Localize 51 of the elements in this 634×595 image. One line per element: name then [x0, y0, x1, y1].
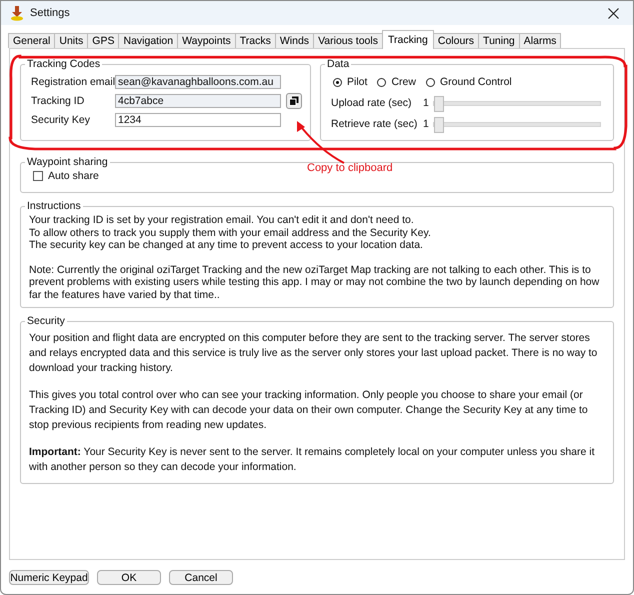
slider-value: 1: [423, 97, 430, 109]
tab[interactable]: GPS: [87, 33, 120, 48]
radio-button[interactable]: [426, 78, 435, 86]
radio-button[interactable]: [333, 78, 342, 86]
group-title: Instructions: [26, 200, 82, 212]
field-label: Tracking ID: [30, 95, 86, 107]
slider-label: Retrieve rate (sec): [331, 118, 418, 130]
input-field[interactable]: 1234: [115, 113, 281, 127]
radio-option[interactable]: Pilot: [333, 76, 368, 88]
annotation-text: Copy to clipboard: [307, 162, 393, 174]
tab[interactable]: Tracks: [234, 33, 276, 48]
checkbox[interactable]: [33, 171, 43, 181]
tab[interactable]: Units: [54, 33, 88, 48]
security-text: This gives you total control over who can see your tracking information. Only people you choose to share your email (or Tracking ID) and Security Key with can decode your data on their own computer. Change the Security Key at any time to stop previous recipients from reading new updates.: [29, 388, 589, 433]
close-icon: [608, 8, 618, 18]
tab[interactable]: Various tools: [313, 33, 383, 48]
instruction-text: Your tracking ID is set by your registration email. You can't edit it and don't need to.: [29, 214, 415, 226]
dialog-button[interactable]: Cancel: [169, 570, 233, 585]
balloon-icon: [10, 5, 24, 21]
tab[interactable]: General: [8, 33, 56, 48]
security-text: Your position and flight data are encrypted on this computer before they are sent to the tracking server. The server stores and relays encrypted data and this service is truly live as the server only stores your last upload packet. There is no way to download your tracking history.: [29, 331, 598, 376]
instruction-text: The security key can be changed at any time to prevent access to your location data.: [29, 239, 424, 252]
copy-button[interactable]: [286, 93, 302, 109]
radio-button[interactable]: [377, 78, 386, 86]
field-label: Registration email: [30, 76, 115, 88]
group-title: Data: [326, 58, 350, 70]
tab[interactable]: Alarms: [518, 33, 562, 48]
instruction-text: Note: Currently the original oziTarget Tracking and the new oziTarget Map tracking are not talking to each other. This is to prevent problems with existing users while testing this app. I may or may not combine the two by launch depending on how far the features have varied by that time..: [29, 264, 600, 301]
copy-icon: [289, 96, 299, 106]
group-title: Waypoint sharing: [26, 156, 109, 168]
tab[interactable]: Colours: [432, 33, 480, 48]
tab[interactable]: Winds: [274, 33, 314, 48]
instruction-text: To allow others to track you supply them with your email address and the Security Key.: [29, 226, 432, 239]
slider-value: 1: [423, 118, 430, 130]
checkbox-option[interactable]: Auto share: [29, 170, 99, 182]
slider-thumb[interactable]: [434, 116, 444, 132]
tab[interactable]: Tracking: [382, 30, 434, 49]
slider-thumb[interactable]: [434, 96, 444, 112]
tab[interactable]: Navigation: [118, 33, 178, 48]
group-title: Security: [26, 315, 66, 327]
radio-option[interactable]: Crew: [377, 76, 416, 88]
radio-option[interactable]: Ground Control: [426, 76, 512, 88]
field-label: Security Key: [30, 114, 91, 126]
slider-label: Upload rate (sec): [331, 97, 413, 109]
group-title: Tracking Codes: [26, 58, 102, 70]
dialog-button[interactable]: OK: [97, 570, 161, 585]
tab[interactable]: Waypoints: [177, 33, 236, 48]
dialog-button[interactable]: Numeric Keypad: [9, 570, 89, 585]
tab[interactable]: Tuning: [478, 33, 520, 48]
security-text: Important: Your Security Key is never sent to the server. It remains completely local on your computer unless you share it with another person so they can decode your information.: [29, 445, 596, 475]
window-title: Settings: [30, 7, 70, 19]
